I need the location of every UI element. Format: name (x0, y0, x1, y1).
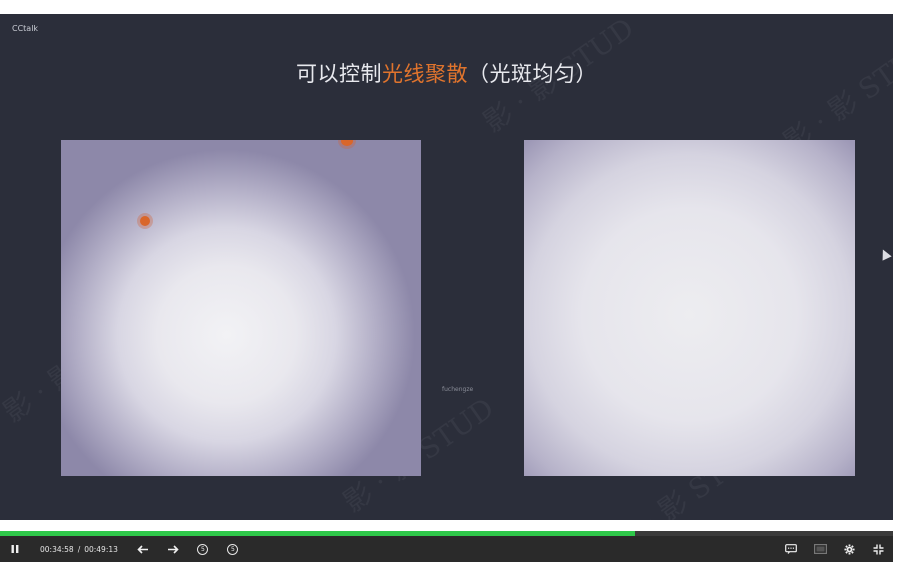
left-light-photo (61, 140, 421, 476)
forward-5-icon[interactable]: 5 (218, 536, 248, 562)
arrow-right-icon[interactable] (158, 536, 188, 562)
gear-icon[interactable] (835, 536, 863, 562)
presenter-watermark: fuchengze (442, 386, 474, 393)
player-controls: 00:34:58/00:49:13 5 5 (0, 536, 893, 562)
slide-title: 可以控制光线聚散（光斑均匀） (0, 58, 893, 88)
time-display: 00:34:58/00:49:13 (40, 545, 118, 554)
time-separator: / (77, 544, 81, 554)
laser-pointer-dot (140, 216, 150, 226)
captions-icon[interactable] (777, 536, 805, 562)
app-brand: CCtalk (12, 24, 39, 33)
laser-pointer-dot (341, 140, 353, 146)
right-light-photo (524, 140, 855, 476)
arrow-left-icon[interactable] (128, 536, 158, 562)
video-frame[interactable]: CCtalk 影 · 影 STUD 影 · 影 STUD 影 · 影 STUD … (0, 14, 893, 520)
rewind-5-icon[interactable]: 5 (188, 536, 218, 562)
mouse-cursor-icon (878, 247, 892, 261)
total-time: 00:49:13 (84, 544, 118, 554)
slide-title-suffix: （光斑均匀） (468, 62, 597, 86)
slide-title-prefix: 可以控制 (296, 62, 382, 86)
rewind-5-label: 5 (197, 543, 209, 555)
pause-icon[interactable] (0, 536, 30, 562)
exit-fullscreen-icon[interactable] (863, 536, 893, 562)
forward-5-label: 5 (227, 543, 239, 555)
current-time: 00:34:58 (40, 544, 74, 554)
slide-title-accent: 光线聚散 (382, 62, 468, 86)
screen-icon[interactable] (805, 536, 835, 562)
